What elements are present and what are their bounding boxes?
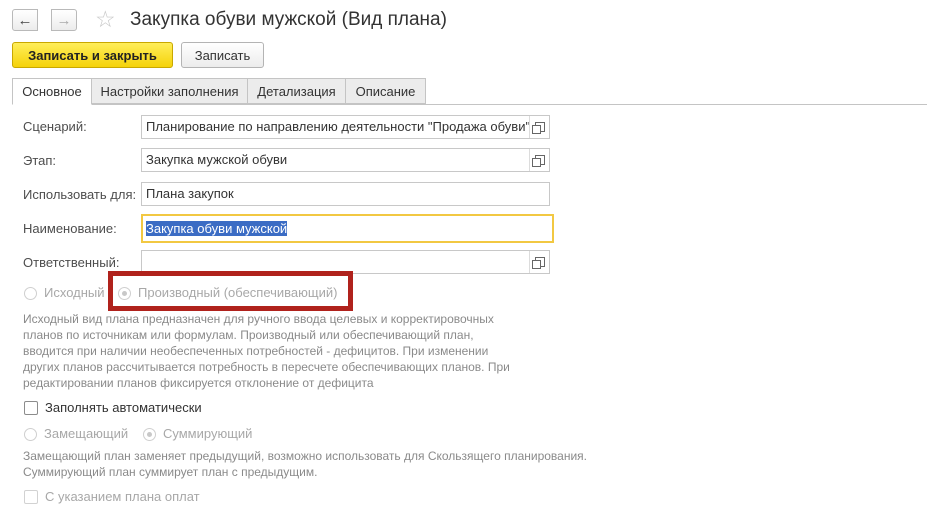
tab-fill-settings[interactable]: Настройки заполнения <box>91 78 248 104</box>
stage-field[interactable]: Закупка мужской обуви <box>141 148 550 172</box>
window-title: Закупка обуви мужской (Вид плана) <box>130 9 447 30</box>
scenario-value: Планирование по направлению деятельности… <box>146 119 531 134</box>
stage-label: Этап: <box>23 153 57 168</box>
save-and-close-button[interactable]: Записать и закрыть <box>12 42 173 68</box>
name-field[interactable]: Закупка обуви мужской <box>141 214 554 243</box>
back-button[interactable]: ← <box>12 9 38 31</box>
tab-detailing[interactable]: Детализация <box>247 78 346 104</box>
tab-main[interactable]: Основное <box>12 78 92 105</box>
responsible-label: Ответственный: <box>23 255 120 270</box>
forward-button[interactable]: → <box>51 9 77 31</box>
fill-mode-replace-label: Замещающий <box>44 426 129 441</box>
plan-kind-source-radio[interactable] <box>24 287 37 300</box>
stage-value: Закупка мужской обуви <box>146 152 288 167</box>
open-in-new-window-icon <box>531 257 545 269</box>
tab-strip-border <box>12 104 927 105</box>
auto-fill-checkbox[interactable] <box>24 401 38 415</box>
open-in-new-window-icon <box>531 155 545 167</box>
payment-plan-label: С указанием плана оплат <box>45 489 200 504</box>
fill-mode-sum-label: Суммирующий <box>163 426 253 441</box>
responsible-open-button[interactable] <box>529 251 549 273</box>
plan-kind-source-label: Исходный <box>44 285 105 300</box>
payment-plan-checkbox[interactable] <box>24 490 38 504</box>
arrow-right-icon: → <box>56 11 72 29</box>
tab-description[interactable]: Описание <box>345 78 426 104</box>
stage-open-button[interactable] <box>529 149 549 171</box>
save-button[interactable]: Записать <box>181 42 264 68</box>
open-in-new-window-icon <box>531 122 545 134</box>
use-for-label: Использовать для: <box>23 187 137 202</box>
auto-fill-label: Заполнять автоматически <box>45 400 202 415</box>
scenario-field[interactable]: Планирование по направлению деятельности… <box>141 115 550 139</box>
fill-mode-replace-radio[interactable] <box>24 428 37 441</box>
name-value: Закупка обуви мужской <box>146 221 288 236</box>
use-for-value: Плана закупок <box>146 186 234 201</box>
fill-mode-hint: Замещающий план заменяет предыдущий, воз… <box>23 449 588 479</box>
fill-mode-sum-radio[interactable] <box>143 428 156 441</box>
plan-kind-hint: Исходный вид плана предназначен для ручн… <box>23 312 510 390</box>
favorite-star-icon[interactable]: ☆ <box>95 6 116 32</box>
arrow-left-icon: ← <box>17 11 33 29</box>
use-for-field[interactable]: Плана закупок <box>141 182 550 206</box>
highlight-frame <box>108 271 353 311</box>
scenario-label: Сценарий: <box>23 119 87 134</box>
scenario-open-button[interactable] <box>529 116 549 138</box>
name-label: Наименование: <box>23 221 117 236</box>
